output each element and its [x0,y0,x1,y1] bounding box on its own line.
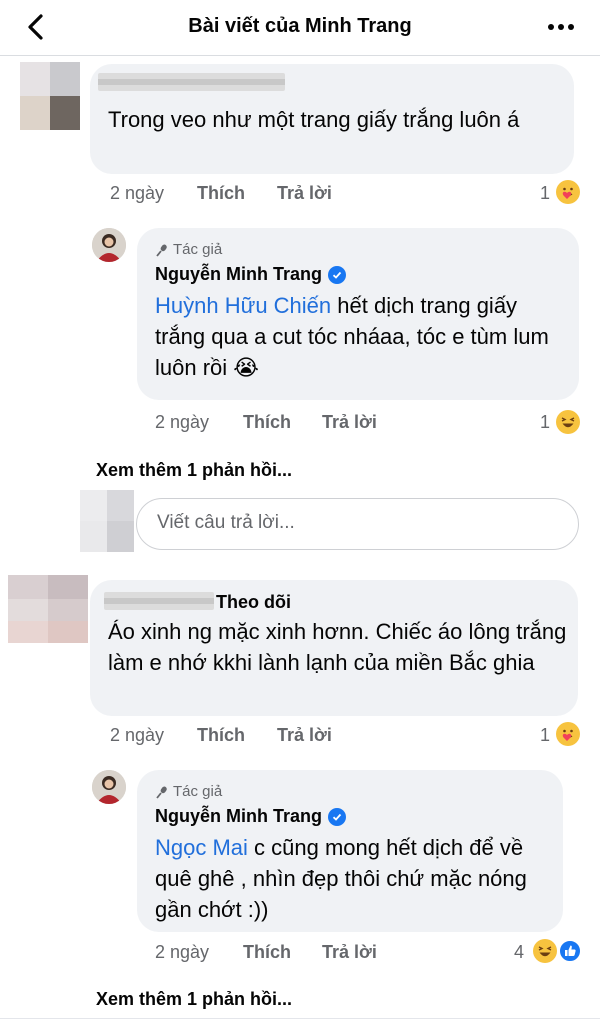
reply-time: 2 ngày [155,942,210,962]
reply-time: 2 ngày [155,412,210,432]
reaction-count[interactable]: 4 [514,942,524,963]
author-tag-label: Tác giả [173,783,223,800]
reply-bubble: Tác giả Nguyễn Minh Trang Huỳnh Hữu Chiế… [137,228,579,400]
blurred-author-name[interactable] [104,592,214,610]
mention-link[interactable]: Huỳnh Hữu Chiến [155,293,331,318]
reply-input-box[interactable] [136,498,579,550]
reply-input[interactable] [155,511,559,535]
top-bar: Bài viết của Minh Trang [0,0,600,56]
my-avatar [80,490,134,552]
care-icon [556,722,580,746]
avatar[interactable] [8,575,88,643]
care-icon [556,180,580,204]
follow-button[interactable]: Theo dõi [216,592,291,613]
reply-text: Huỳnh Hữu Chiến hết dịch trang giấy trắn… [155,290,565,383]
reaction-count[interactable]: 1 [540,725,550,746]
author-badge: Tác giả [155,241,222,258]
author-tag-label: Tác giả [173,241,223,258]
like-button[interactable]: Thích [243,942,291,963]
author-avatar[interactable] [92,770,126,804]
reaction-count[interactable]: 1 [540,412,550,433]
comment-actions: 2 ngày Thích Trả lời [110,725,580,749]
author-avatar[interactable] [92,228,126,262]
mention-link[interactable]: Ngọc Mai [155,835,248,860]
haha-icon [533,939,557,963]
see-more-replies-link[interactable]: Xem thêm 1 phản hồi... [96,460,292,481]
verified-badge-icon [328,807,347,826]
reply-actions: 2 ngày Thích Trả lời [155,412,575,436]
more-horizontal-icon[interactable] [546,14,576,40]
comment-bubble: Theo dõi Áo xinh ng mặc xinh hơnn. Chiếc… [90,580,578,716]
comment-text: Trong veo như một trang giấy trắng luôn … [108,107,520,132]
haha-icon [556,410,580,434]
like-icon [558,939,582,963]
reply-button[interactable]: Trả lời [277,183,332,204]
comment-bubble: Trong veo như một trang giấy trắng luôn … [90,64,574,174]
reply-bubble: Tác giả Nguyễn Minh Trang Ngọc Mai c cũn… [137,770,563,932]
microphone-icon [156,786,167,799]
reply-button[interactable]: Trả lời [322,412,377,433]
microphone-icon [156,244,167,257]
comment-text: Áo xinh ng mặc xinh hơnn. Chiếc áo lông … [108,619,567,675]
reply-actions: 2 ngày Thích Trả lời [155,942,575,966]
like-button[interactable]: Thích [197,725,245,746]
author-name[interactable]: Nguyễn Minh Trang [155,806,347,827]
divider [0,1018,600,1019]
author-name-label[interactable]: Nguyễn Minh Trang [155,806,322,827]
author-badge: Tác giả [155,783,222,800]
comment-time: 2 ngày [110,183,165,203]
reply-button[interactable]: Trả lời [277,725,332,746]
like-button[interactable]: Thích [197,183,245,204]
page-title: Bài viết của Minh Trang [188,15,412,37]
comment-time: 2 ngày [110,725,165,745]
reply-button[interactable]: Trả lời [322,942,377,963]
reply-text: Ngọc Mai c cũng mong hết dịch để về quê … [155,832,555,925]
like-button[interactable]: Thích [243,412,291,433]
author-name[interactable]: Nguyễn Minh Trang [155,264,347,285]
comment-actions: 2 ngày Thích Trả lời [110,183,580,207]
blurred-author-name[interactable] [98,73,285,91]
see-more-replies-link[interactable]: Xem thêm 1 phản hồi... [96,989,292,1010]
reaction-count[interactable]: 1 [540,183,550,204]
verified-badge-icon [328,265,347,284]
author-name-label[interactable]: Nguyễn Minh Trang [155,264,322,285]
avatar[interactable] [20,62,80,130]
